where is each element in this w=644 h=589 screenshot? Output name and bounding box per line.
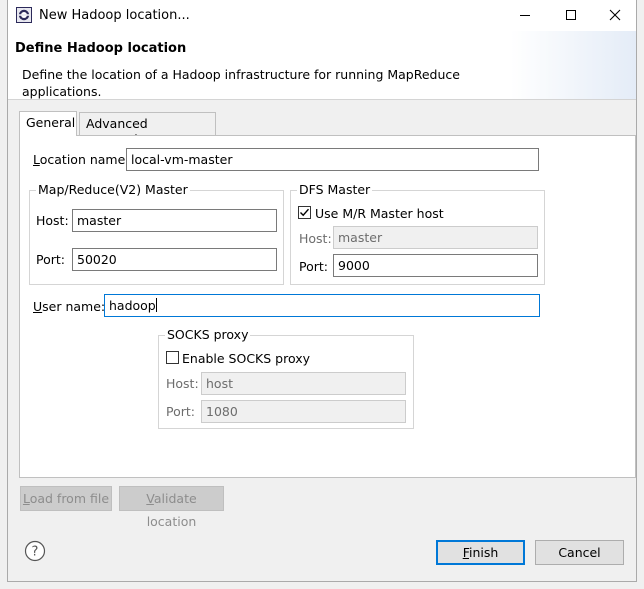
use-mr-host-label[interactable]: Use M/R Master host <box>315 206 444 221</box>
tab-general[interactable]: General <box>19 111 77 136</box>
enable-socks-label[interactable]: Enable SOCKS proxy <box>182 351 310 366</box>
eclipse-icon <box>16 7 32 23</box>
socks-port-input: 1080 <box>201 400 406 423</box>
tab-advanced-parameters[interactable]: Advanced parameters <box>79 112 216 146</box>
minimize-button[interactable] <box>502 0 548 31</box>
socks-proxy-title: SOCKS proxy <box>165 327 251 342</box>
mr-port-input[interactable]: 50020 <box>72 248 277 271</box>
use-mr-host-checkbox[interactable] <box>298 206 311 219</box>
text-caret <box>155 298 157 312</box>
help-icon: ? <box>24 540 46 562</box>
validate-location-button[interactable]: Validate location <box>119 486 224 529</box>
mr-host-input[interactable]: master <box>72 209 277 232</box>
load-from-file-button[interactable]: Load from file <box>20 486 112 511</box>
socks-host-input: host <box>201 372 406 395</box>
dialog-window: New Hadoop location... Define Hadoop loc… <box>7 0 637 582</box>
mr-host-label: Host: <box>36 213 69 228</box>
close-icon <box>609 9 621 21</box>
dfs-master-group: DFS Master Use M/R Master host Host: mas… <box>290 182 545 285</box>
socks-proxy-group: SOCKS proxy Enable SOCKS proxy Host: hos… <box>158 327 414 429</box>
minimize-icon <box>520 15 530 16</box>
maximize-icon <box>566 10 576 20</box>
checkmark-icon <box>300 208 310 217</box>
socks-host-label: Host: <box>166 376 199 391</box>
user-name-value: hadoop <box>109 298 156 313</box>
tab-general-label: General <box>26 115 76 130</box>
dfs-host-input: master <box>333 226 538 249</box>
dfs-host-label: Host: <box>299 231 332 246</box>
location-name-label: Location name: <box>33 152 130 167</box>
user-name-input[interactable]: hadoop <box>104 294 540 317</box>
general-tab-panel: Location name: local-vm-master Map/Reduc… <box>19 135 636 478</box>
cancel-button[interactable]: Cancel <box>535 540 624 565</box>
socks-port-label: Port: <box>166 404 195 419</box>
enable-socks-checkbox[interactable] <box>166 351 179 364</box>
dfs-port-input[interactable]: 9000 <box>333 254 538 277</box>
page-title: Define Hadoop location <box>15 41 187 56</box>
mr-master-group: Map/Reduce(V2) Master Host: master Port:… <box>29 182 284 285</box>
window-title: New Hadoop location... <box>39 8 190 23</box>
mr-master-title: Map/Reduce(V2) Master <box>36 182 190 197</box>
page-description: Define the location of a Hadoop infrastr… <box>22 67 460 99</box>
finish-button[interactable]: Finish <box>436 540 525 565</box>
user-name-label: User name: <box>33 299 106 314</box>
dfs-port-label: Port: <box>299 259 328 274</box>
close-button[interactable] <box>592 0 638 31</box>
svg-text:?: ? <box>32 545 39 560</box>
title-bar: New Hadoop location... <box>8 0 636 31</box>
location-name-input[interactable]: local-vm-master <box>126 148 539 171</box>
wizard-banner: Define Hadoop location Define the locati… <box>8 31 636 100</box>
mr-port-label: Port: <box>36 252 65 267</box>
help-button[interactable]: ? <box>24 540 46 562</box>
maximize-button[interactable] <box>548 0 594 31</box>
dfs-master-title: DFS Master <box>297 182 373 197</box>
